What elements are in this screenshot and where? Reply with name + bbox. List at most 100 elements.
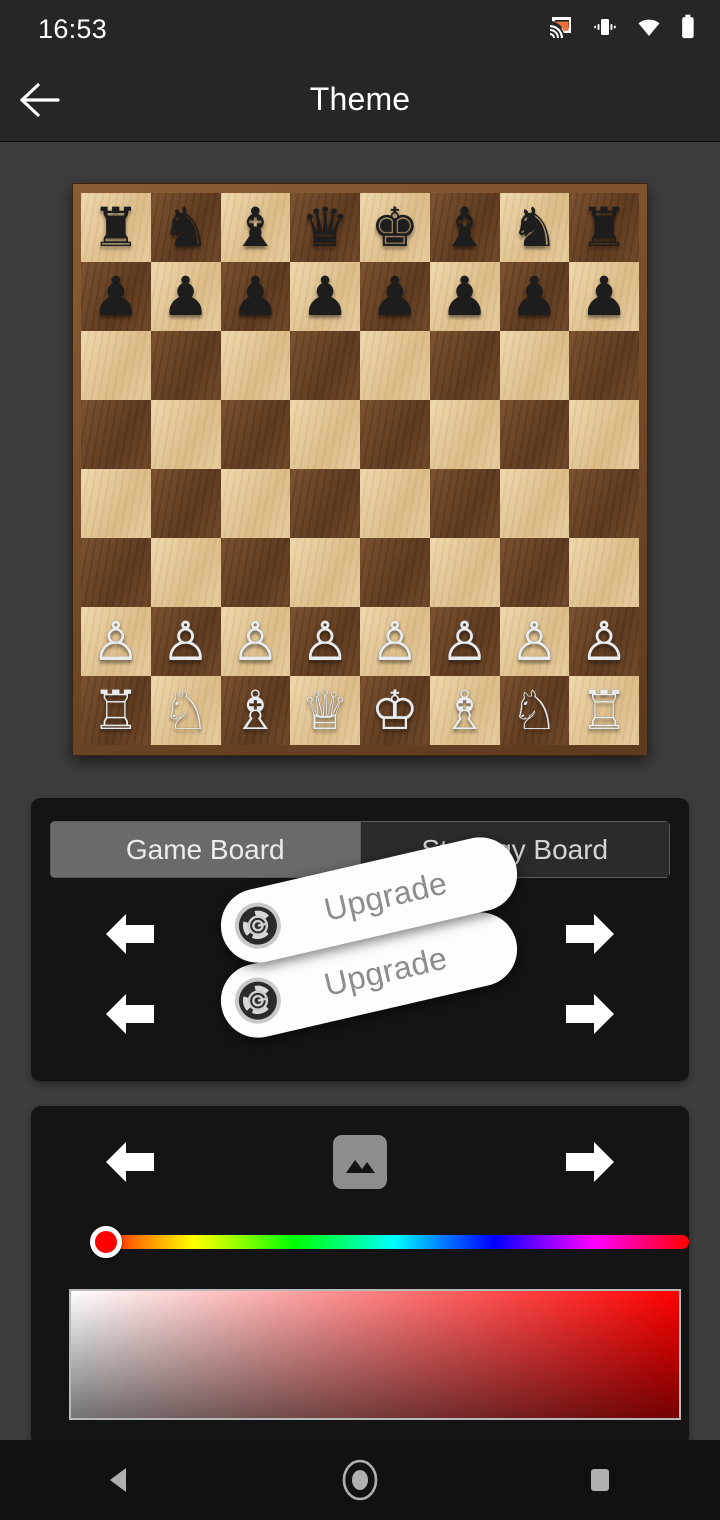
cast-icon [548,15,574,44]
board-square: ♟ [81,262,151,331]
background-next-button[interactable] [557,1132,623,1192]
circle-home-icon [342,1459,378,1501]
nav-home-button[interactable] [305,1440,415,1520]
board-square: ♟ [290,262,360,331]
nav-back-button[interactable] [65,1440,175,1520]
chess-piece: ♟ [370,266,420,327]
chess-piece: ♙ [579,611,629,672]
status-bar: 16:53 [0,0,720,58]
board-square: ♖ [569,676,639,745]
board-square [150,400,221,469]
board-square [81,400,151,469]
image-picker-button[interactable] [333,1135,387,1189]
game-board-prev-button[interactable] [97,904,163,964]
board-square: ♜ [81,193,151,262]
board-square: ♙ [81,607,151,676]
left-arrow-icon [106,994,154,1034]
board-square [290,400,360,469]
chess-piece: ♘ [510,680,559,741]
chess-piece: ♕ [300,680,350,741]
board-square: ♟ [569,262,639,331]
chess-piece: ♟ [91,266,141,327]
content-area: ♜ ♞ ♝ ♛ ♚ ♝ ♞ ♜ ♟ ♟ ♟ ♟ ♟ ♟ ♟ ♟ ♙ ♙ ♙ ♙ ♙ ♙ ♙ ♙ ♖ ♘ ♗ ♕ ♔ ♗ ♘ ♖ Game Bo… [0,143,720,1440]
board-square [220,469,291,538]
right-arrow-icon [566,1142,614,1182]
chess-piece: ♙ [510,611,559,672]
board-square: ♙ [290,607,360,676]
hue-slider-thumb[interactable] [90,1226,122,1258]
board-square: ♞ [499,193,570,262]
chess-board-preview[interactable]: ♜ ♞ ♝ ♛ ♚ ♝ ♞ ♜ ♟ ♟ ♟ ♟ ♟ ♟ ♟ ♟ ♙ ♙ ♙ ♙ ♙ ♙ ♙ ♙ ♖ ♘ ♗ ♕ ♔ ♗ ♘ ♖ [72,183,648,756]
board-square [290,469,360,538]
board-square: ♞ [150,193,221,262]
chess-piece: ♘ [161,680,210,741]
chess-piece: ♟ [231,266,280,327]
chess-piece: ♗ [231,680,280,741]
board-square: ♔ [360,676,430,745]
board-square: ♗ [429,676,500,745]
game-board-next-button[interactable] [557,904,623,964]
board-square: ♙ [499,607,570,676]
chess-piece: ♙ [161,611,210,672]
background-prev-button[interactable] [97,1132,163,1192]
chess-piece: ♞ [510,197,559,258]
board-square [360,538,430,607]
board-square [220,538,291,607]
board-square: ♝ [220,193,291,262]
status-clock: 16:53 [38,13,108,44]
board-square: ♟ [499,262,570,331]
back-button[interactable] [0,58,80,142]
chess-piece: ♛ [300,197,350,258]
left-arrow-icon [106,1142,154,1182]
chess-piece: ♞ [161,197,210,258]
chess-piece: ♝ [231,197,280,258]
chess-piece: ♔ [370,680,420,741]
board-square: ♘ [150,676,221,745]
board-square: ♛ [290,193,360,262]
board-square: ♘ [499,676,570,745]
image-placeholder-icon [346,1160,375,1173]
board-square: ♙ [429,607,500,676]
board-square [81,331,151,400]
board-square: ♝ [429,193,500,262]
board-square [290,331,360,400]
board-square [569,469,639,538]
board-square [150,538,221,607]
chess-piece: ♙ [300,611,350,672]
board-square [150,331,221,400]
board-square: ♙ [360,607,430,676]
status-icon-group [548,14,696,44]
vibrate-icon [592,15,618,44]
chess-piece: ♚ [370,197,420,258]
tab-game-board[interactable]: Game Board [50,821,361,878]
board-square [429,538,500,607]
board-square: ♟ [429,262,500,331]
board-square [360,469,430,538]
saturation-value-picker[interactable] [69,1289,681,1420]
board-square [81,469,151,538]
chess-piece: ♜ [579,197,629,258]
piece-set-next-button[interactable] [557,984,623,1044]
board-square [150,469,221,538]
board-square [220,400,291,469]
nav-recents-button[interactable] [545,1440,655,1520]
board-square [499,400,570,469]
square-recents-icon [591,1469,609,1491]
chess-piece: ♙ [370,611,420,672]
hue-slider[interactable] [69,1226,689,1258]
board-square: ♙ [150,607,221,676]
board-square [360,331,430,400]
board-square [360,400,430,469]
triangle-back-icon [110,1468,126,1492]
chess-piece: ♖ [579,680,629,741]
board-square [499,469,570,538]
board-square: ♙ [220,607,291,676]
chess-piece: ♟ [161,266,210,327]
piece-set-prev-button[interactable] [97,984,163,1044]
board-square [569,331,639,400]
hue-slider-track [99,1235,689,1249]
board-square [290,538,360,607]
tab-game-board-label: Game Board [125,833,285,865]
chess-piece: ♙ [440,611,489,672]
page-title: Theme [309,81,411,117]
